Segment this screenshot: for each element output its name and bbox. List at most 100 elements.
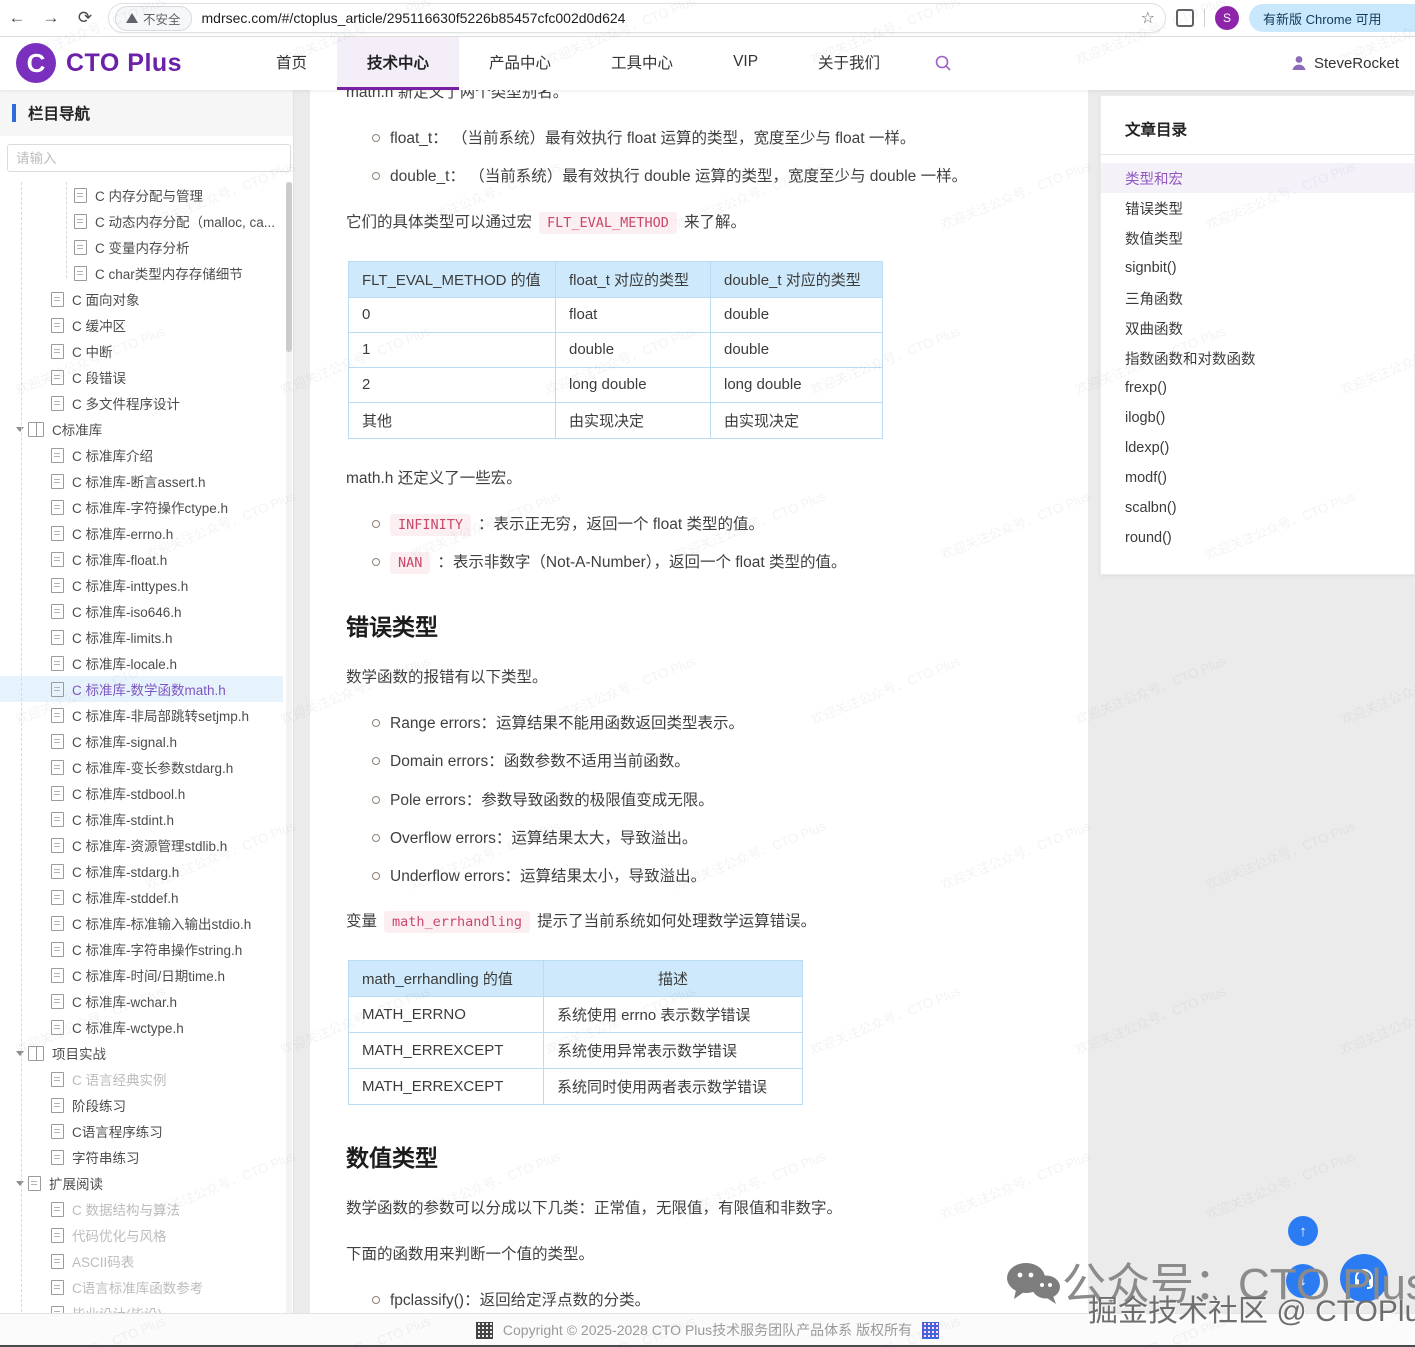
- tree-item[interactable]: 毕业设计(毕设): [0, 1300, 283, 1313]
- list-item: Overflow errors：运算结果太大，导致溢出。: [372, 827, 1058, 850]
- table-cell: 由实现决定: [711, 402, 883, 438]
- doc-icon: [51, 396, 64, 411]
- sidebar-search-input[interactable]: [7, 144, 291, 172]
- tree-item[interactable]: C 标准库-signal.h: [0, 728, 283, 754]
- tree-item[interactable]: C 数据结构与算法: [0, 1196, 283, 1222]
- sidebar-scrollbar[interactable]: [286, 182, 292, 1313]
- scroll-to-bottom-button[interactable]: ↓: [1286, 1264, 1320, 1298]
- list-item: fpclassify()：返回给定浮点数的分类。: [372, 1289, 1058, 1312]
- tree-item[interactable]: C 标准库-断言assert.h: [0, 468, 283, 494]
- tree-item[interactable]: 项目实战: [0, 1040, 283, 1066]
- tree-item[interactable]: C 段错误: [0, 364, 283, 390]
- tree-item[interactable]: C 标准库-字符串操作string.h: [0, 936, 283, 962]
- table-row: 2long doublelong double: [349, 367, 883, 402]
- tree-item[interactable]: C 中断: [0, 338, 283, 364]
- tree-item[interactable]: C 标准库-errno.h: [0, 520, 283, 546]
- toc-item[interactable]: ldexp(): [1101, 433, 1414, 463]
- toc-item[interactable]: 错误类型: [1101, 193, 1414, 223]
- header-search-button[interactable]: [910, 36, 976, 90]
- nav-item[interactable]: 技术中心: [337, 36, 459, 90]
- tree-item[interactable]: C 标准库-标准输入输出stdio.h: [0, 910, 283, 936]
- tree-item[interactable]: C 标准库-wchar.h: [0, 988, 283, 1014]
- chrome-update-button[interactable]: 有新版 Chrome 可用: [1249, 4, 1415, 32]
- browser-forward-icon[interactable]: →: [34, 8, 68, 28]
- url-text[interactable]: mdrsec.com/#/ctoplus_article/295116630f5…: [202, 10, 1137, 26]
- toc-item[interactable]: scalbn(): [1101, 493, 1414, 523]
- browser-refresh-icon[interactable]: ⟳: [68, 8, 102, 28]
- toc-item[interactable]: ilogb(): [1101, 403, 1414, 433]
- doc-icon: [51, 1098, 64, 1113]
- qr-code-icon: [476, 1322, 493, 1339]
- doc-icon: [51, 1228, 64, 1243]
- tree-item[interactable]: C 标准库-iso646.h: [0, 598, 283, 624]
- tree-item[interactable]: C 面向对象: [0, 286, 283, 312]
- doc-icon: [51, 734, 64, 749]
- toc-item[interactable]: 类型和宏: [1101, 163, 1414, 193]
- tree-item[interactable]: C语言标准库函数参考: [0, 1274, 283, 1300]
- tree-item[interactable]: C 内存分配与管理: [0, 182, 283, 208]
- tree-item[interactable]: C 标准库介绍: [0, 442, 283, 468]
- tree-item[interactable]: C 标准库-字符操作ctype.h: [0, 494, 283, 520]
- tree-item[interactable]: C 标准库-float.h: [0, 546, 283, 572]
- toc-item[interactable]: round(): [1101, 523, 1414, 553]
- toc-item[interactable]: frexp(): [1101, 373, 1414, 403]
- toc-item[interactable]: signbit(): [1101, 253, 1414, 283]
- tree-item[interactable]: C 标准库-数学函数math.h: [0, 676, 283, 702]
- tree-item[interactable]: C 标准库-时间/日期time.h: [0, 962, 283, 988]
- tree-item[interactable]: 代码优化与风格: [0, 1222, 283, 1248]
- tree-item[interactable]: C 标准库-stddef.h: [0, 884, 283, 910]
- list-item: NAN：表示非数字（Not-A-Number），返回一个 float 类型的值。: [372, 551, 1058, 574]
- tree-item[interactable]: C 标准库-变长参数stdarg.h: [0, 754, 283, 780]
- browser-back-icon[interactable]: ←: [0, 8, 34, 28]
- bookmark-star-icon[interactable]: ☆: [1141, 8, 1155, 28]
- tree-item[interactable]: C 语言经典实例: [0, 1066, 283, 1092]
- scrollbar-thumb[interactable]: [286, 182, 292, 352]
- tree-item[interactable]: C语言程序练习: [0, 1118, 283, 1144]
- tree-item[interactable]: C 标准库-wctype.h: [0, 1014, 283, 1040]
- toc-item[interactable]: 数值类型: [1101, 223, 1414, 253]
- brand-name: CTO Plus: [66, 49, 182, 78]
- tree-item[interactable]: C char类型内存存储细节: [0, 260, 283, 286]
- nav-item[interactable]: 首页: [246, 36, 337, 90]
- table-row: MATH_ERRNO系统使用 errno 表示数学错误: [349, 997, 803, 1033]
- tree-item[interactable]: C 标准库-资源管理stdlib.h: [0, 832, 283, 858]
- doc-icon: [51, 578, 64, 593]
- tree-item[interactable]: C 动态内存分配（malloc, ca...: [0, 208, 283, 234]
- nav-item[interactable]: 关于我们: [788, 36, 910, 90]
- user-menu[interactable]: SteveRocket: [1290, 36, 1399, 90]
- tree-item[interactable]: C标准库: [0, 416, 283, 442]
- tree-item[interactable]: C 标准库-stdbool.h: [0, 780, 283, 806]
- tree-item[interactable]: C 标准库-非局部跳转setjmp.h: [0, 702, 283, 728]
- nav-item[interactable]: 工具中心: [581, 36, 703, 90]
- tree-item[interactable]: 字符串练习: [0, 1144, 283, 1170]
- scroll-to-top-button[interactable]: ↑: [1288, 1216, 1318, 1246]
- tree-item[interactable]: C 标准库-stdint.h: [0, 806, 283, 832]
- brand-logo[interactable]: C CTO Plus: [16, 36, 246, 90]
- tree-item[interactable]: C 标准库-stdarg.h: [0, 858, 283, 884]
- tree-item[interactable]: C 变量内存分析: [0, 234, 283, 260]
- toc-item[interactable]: 三角函数: [1101, 283, 1414, 313]
- table-header-cell: FLT_EVAL_METHOD 的值: [349, 261, 556, 297]
- tree-item[interactable]: C 标准库-inttypes.h: [0, 572, 283, 598]
- tree-item[interactable]: C 标准库-locale.h: [0, 650, 283, 676]
- tree-item[interactable]: 扩展阅读: [0, 1170, 283, 1196]
- tree-item[interactable]: C 缓冲区: [0, 312, 283, 338]
- tree-item[interactable]: ASCII码表: [0, 1248, 283, 1274]
- tree-item[interactable]: 阶段练习: [0, 1092, 283, 1118]
- toc-item[interactable]: 指数函数和对数函数: [1101, 343, 1414, 373]
- toc-item[interactable]: 双曲函数: [1101, 313, 1414, 343]
- customer-service-button[interactable]: [1340, 1254, 1388, 1302]
- math-errhandling-table: math_errhandling 的值描述MATH_ERRNO系统使用 errn…: [348, 960, 803, 1105]
- extensions-icon[interactable]: [1176, 9, 1194, 27]
- security-chip[interactable]: 不安全: [115, 6, 192, 31]
- tree-item[interactable]: C 标准库-limits.h: [0, 624, 283, 650]
- browser-profile-avatar[interactable]: S: [1215, 6, 1239, 30]
- tree-item[interactable]: C 多文件程序设计: [0, 390, 283, 416]
- watermark-text: 欢迎关注公众号．CTO Plus: [1072, 981, 1228, 1059]
- nav-item[interactable]: VIP: [703, 36, 788, 90]
- address-bar[interactable]: 不安全 mdrsec.com/#/ctoplus_article/2951166…: [108, 3, 1166, 33]
- sidebar-header: 栏目导航: [0, 90, 293, 136]
- toc-item[interactable]: modf(): [1101, 463, 1414, 493]
- doc-icon: [51, 1254, 64, 1269]
- nav-item[interactable]: 产品中心: [459, 36, 581, 90]
